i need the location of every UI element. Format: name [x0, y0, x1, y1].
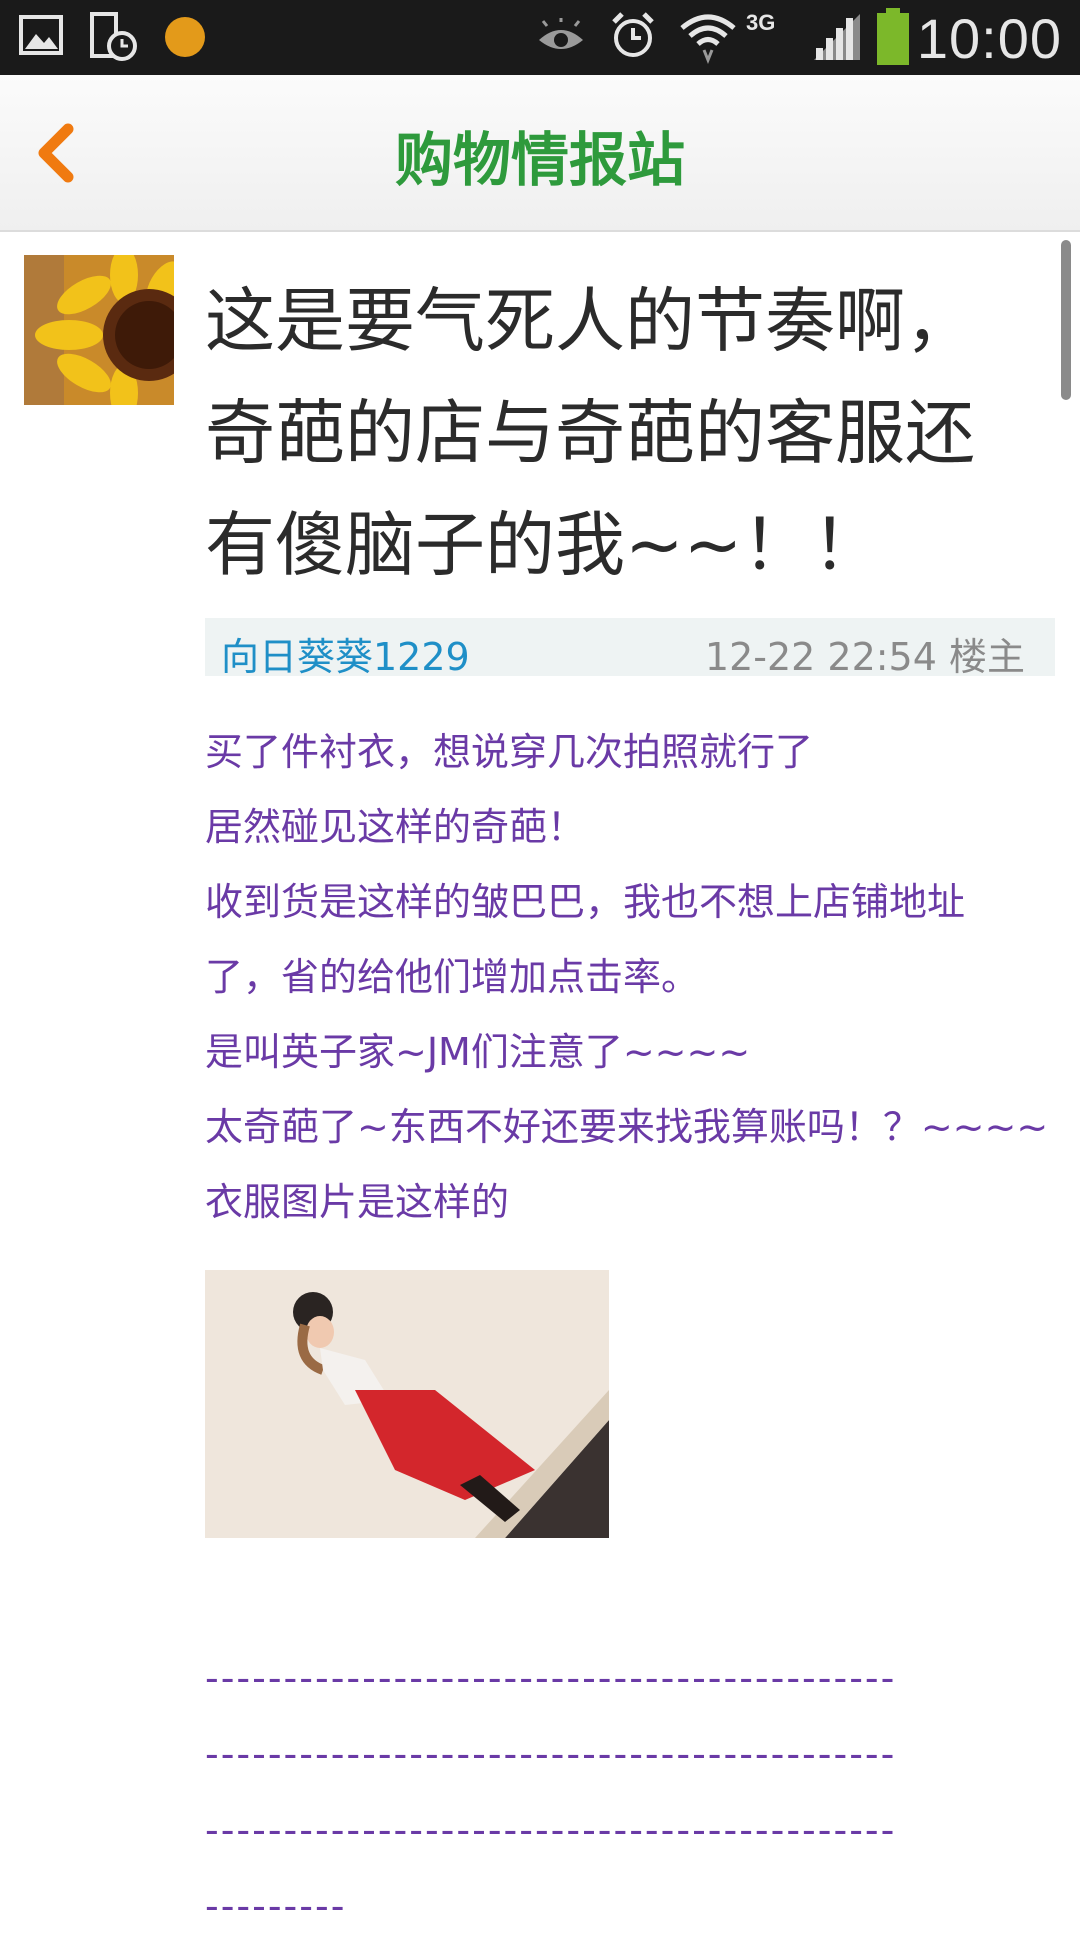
post-title-line: 奇葩的店与奇葩的客服还 [205, 392, 975, 474]
wifi-icon [680, 14, 736, 64]
page-title: 购物情报站 [394, 126, 685, 194]
body-line: 衣服图片是这样的 [205, 1180, 510, 1224]
post-meta-bar: 向日葵葵1229 12-22 22:54 楼主 [205, 618, 1055, 679]
app-header: 购物情报站 [0, 75, 1080, 232]
eye-icon [539, 18, 583, 49]
author-link[interactable]: 向日葵葵1229 [221, 626, 470, 681]
network-type-label: 3G [746, 10, 776, 35]
post-title: 这是要气死人的节奏啊， 奇葩的店与奇葩的客服还 有傻脑子的我~~！！ [205, 265, 1025, 601]
body-line: 居然碰见这样的奇葩！ [205, 805, 586, 849]
clothing-photo [205, 1270, 609, 1538]
status-bar: 3G 10:00 [0, 0, 1080, 75]
post-image[interactable] [205, 1270, 609, 1538]
body-line: 收到货是这样的皱巴巴，我也不想上店铺地址 [205, 880, 966, 924]
sunflower-image [24, 255, 174, 405]
body-line: 太奇葩了~东西不好还要来找我算账吗！？~~~~ [205, 1105, 1049, 1149]
post-timestamp: 12-22 22:54 楼主 [704, 635, 1025, 679]
separator-lines: ----------------------------------------… [205, 1640, 1065, 1944]
body-line: 了，省的给他们增加点击率。 [205, 955, 700, 999]
body-line: 买了件衬衣，想说穿几次拍照就行了 [205, 730, 814, 774]
dash-line: --------- [205, 1884, 347, 1928]
image-icon [19, 15, 63, 55]
dash-line: ----------------------------------------… [205, 1656, 897, 1700]
clock: 10:00 [916, 7, 1062, 70]
post-body: 买了件衬衣，想说穿几次拍照就行了 居然碰见这样的奇葩！ 收到货是这样的皱巴巴，我… [205, 715, 1065, 1240]
orange-circle-icon [165, 17, 205, 57]
phone-clock-icon [90, 12, 137, 61]
dash-line: ----------------------------------------… [205, 1808, 897, 1852]
signal-icon [814, 14, 860, 60]
battery-icon [877, 8, 909, 65]
dash-line: ----------------------------------------… [205, 1732, 897, 1776]
post-title-line: 有傻脑子的我~~！！ [205, 504, 883, 586]
post-title-line: 这是要气死人的节奏啊， [205, 280, 975, 362]
avatar[interactable] [24, 255, 174, 405]
alarm-icon [612, 12, 654, 57]
scrollbar[interactable] [1061, 240, 1071, 400]
body-line: 是叫英子家~JM们注意了~~~~ [205, 1030, 751, 1074]
